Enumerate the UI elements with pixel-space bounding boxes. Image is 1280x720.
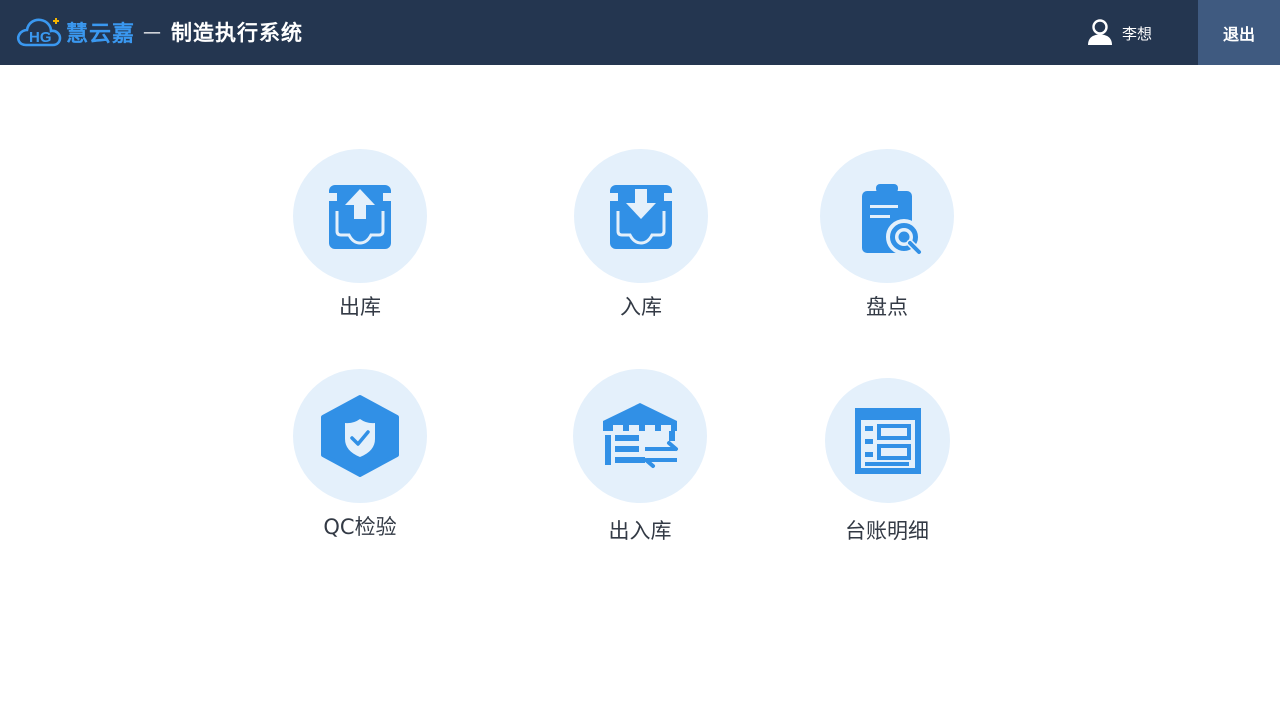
menu-icon-circle bbox=[573, 369, 707, 503]
user-icon bbox=[1088, 19, 1112, 45]
menu-item-ledger-details[interactable]: 台账明细 bbox=[797, 369, 977, 559]
user-info: 李想 bbox=[1086, 18, 1152, 48]
menu-icon-circle bbox=[820, 149, 954, 283]
svg-text:HG: HG bbox=[29, 29, 52, 46]
outbound-tray-icon bbox=[329, 185, 391, 249]
brand-separator: — bbox=[143, 21, 162, 43]
menu-item-qc-inspection[interactable]: QC检验 bbox=[270, 369, 450, 559]
menu-item-label: 出库 bbox=[339, 295, 381, 319]
user-name: 李想 bbox=[1122, 24, 1153, 43]
menu-item-label: QC检验 bbox=[323, 515, 397, 539]
ledger-list-icon bbox=[854, 407, 921, 474]
system-title: 制造执行系统 bbox=[171, 21, 304, 45]
top-bar: HG 慧云嘉 — 制造执行系统 李想 退出 bbox=[0, 0, 1280, 65]
brand: HG 慧云嘉 — 制造执行系统 bbox=[16, 14, 303, 50]
menu-item-label: 出入库 bbox=[608, 519, 672, 543]
menu-item-inout-warehouse[interactable]: 出入库 bbox=[550, 369, 730, 559]
menu-item-label: 入库 bbox=[620, 295, 662, 319]
clipboard-search-icon bbox=[862, 184, 922, 255]
inbound-tray-icon bbox=[610, 185, 672, 249]
menu-item-label: 台账明细 bbox=[845, 519, 929, 543]
menu-icon-circle bbox=[574, 149, 708, 283]
warehouse-transfer-icon bbox=[603, 403, 678, 468]
menu-item-outbound[interactable]: 出库 bbox=[270, 149, 450, 339]
menu-item-label: 盘点 bbox=[866, 295, 908, 319]
menu-item-inbound[interactable]: 入库 bbox=[551, 149, 731, 339]
logout-button[interactable]: 退出 bbox=[1198, 0, 1280, 65]
brand-name: 慧云嘉 bbox=[66, 22, 136, 47]
menu-icon-circle bbox=[293, 369, 427, 503]
menu-icon-circle bbox=[293, 149, 427, 283]
shield-check-icon bbox=[321, 395, 399, 477]
cloud-hg-logo-icon: HG bbox=[16, 18, 62, 47]
menu-icon-circle bbox=[825, 378, 950, 503]
menu-item-inventory-check[interactable]: 盘点 bbox=[797, 149, 977, 339]
